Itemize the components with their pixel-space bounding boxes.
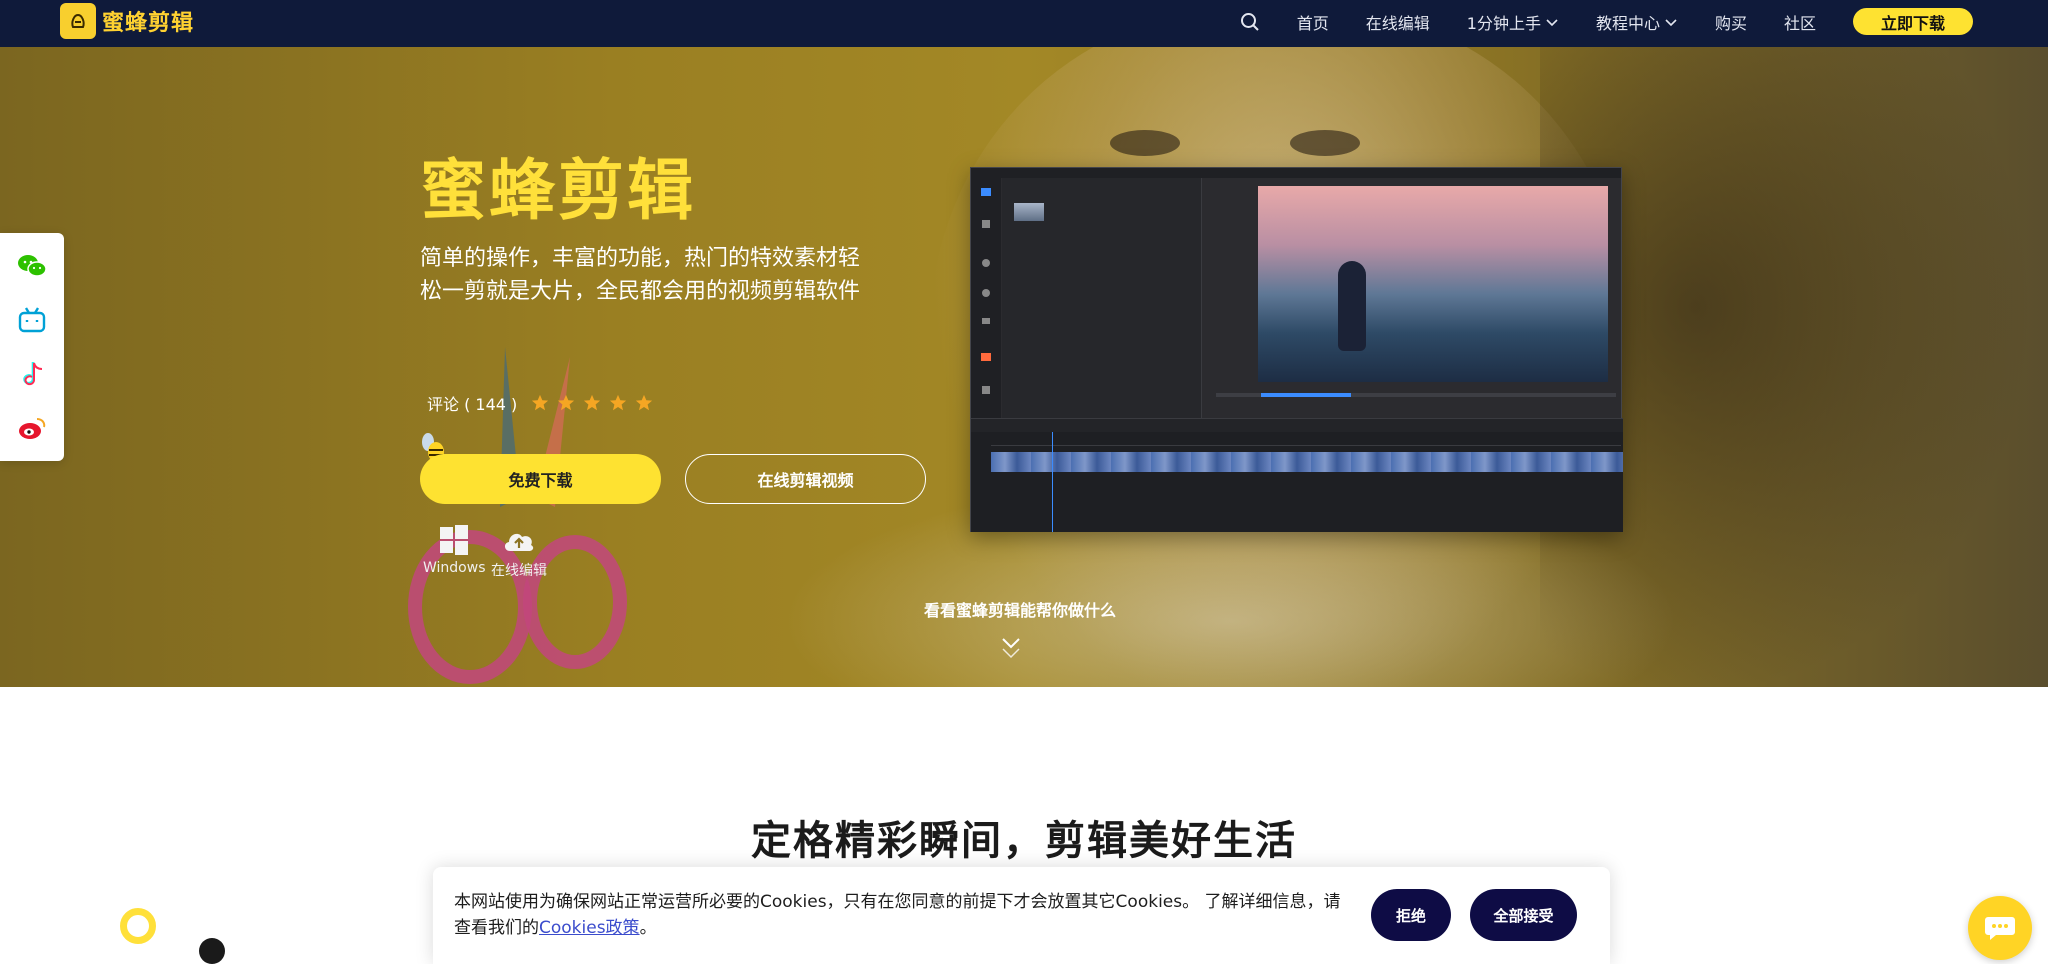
- reject-cookies-button[interactable]: 拒绝: [1371, 889, 1451, 941]
- cookie-policy-link[interactable]: Cookies政策: [539, 918, 640, 938]
- nav-item-home[interactable]: 首页: [1297, 10, 1329, 34]
- editor-tool-icons: [981, 188, 991, 394]
- decorative-ring: [120, 908, 156, 944]
- nav-item-buy[interactable]: 购买: [1715, 10, 1747, 34]
- editor-media-panel: [1002, 178, 1202, 418]
- social-sidebar: [0, 233, 64, 461]
- nav-label: 购买: [1714, 13, 1747, 33]
- chevron-down-icon: [1546, 18, 1558, 26]
- hero-banner: 蜜蜂剪辑 简单的操作，丰富的功能，热门的特效素材轻松一剪就是大片，全民都会用的视…: [0, 47, 2048, 687]
- timeline-video-track: [991, 452, 1623, 472]
- chat-button[interactable]: [1968, 896, 2032, 960]
- nav-label: 首页: [1296, 13, 1329, 33]
- free-download-button[interactable]: 免费下载: [420, 454, 661, 504]
- chevron-down-icon: [1665, 18, 1677, 26]
- download-now-button[interactable]: 立即下载: [1853, 8, 1973, 35]
- top-navigation-bar: 蜜蜂剪辑 首页 在线编辑 1分钟上手 教程中心 购买 社区 立即下载: [0, 0, 2048, 47]
- editor-titlebar: [971, 168, 1621, 178]
- nav-item-online-edit[interactable]: 在线编辑: [1366, 10, 1430, 34]
- star-icon: [584, 394, 601, 411]
- timeline-ruler: [991, 438, 1621, 446]
- wechat-icon[interactable]: [17, 251, 47, 281]
- nav-label: 社区: [1783, 13, 1816, 33]
- star-rating: [531, 394, 653, 412]
- hero-title: 蜜蜂剪辑: [420, 152, 696, 229]
- platform-label: Windows: [423, 560, 486, 576]
- hero-background-eye: [1290, 130, 1360, 156]
- main-nav: 首页 在线编辑 1分钟上手 教程中心 购买 社区 立即下载: [1239, 0, 1973, 43]
- reviews-rating[interactable]: 评论 ( 144 ): [427, 391, 653, 415]
- decorative-dot: [199, 938, 225, 964]
- nav-label: 1分钟上手: [1466, 13, 1541, 33]
- douyin-icon[interactable]: [17, 359, 47, 389]
- editor-sidebar: [971, 178, 1001, 418]
- site-logo[interactable]: 蜜蜂剪辑: [60, 3, 194, 39]
- windows-icon: [440, 525, 469, 555]
- logo-text: 蜜蜂剪辑: [102, 11, 195, 36]
- cloud-upload-icon: [504, 533, 534, 551]
- nav-item-community[interactable]: 社区: [1784, 10, 1816, 34]
- nav-label: 教程中心: [1595, 13, 1660, 33]
- hero-subtitle: 简单的操作，丰富的功能，热门的特效素材轻松一剪就是大片，全民都会用的视频剪辑软件: [420, 246, 861, 304]
- cookie-banner: 本网站使用为确保网站正常运营所必要的Cookies，只有在您同意的前提下才会放置…: [433, 867, 1610, 964]
- editor-timeline: [971, 432, 1623, 532]
- editor-playbar: [1216, 393, 1616, 397]
- star-icon: [532, 394, 549, 411]
- section-title: 定格精彩瞬间，剪辑美好生活: [751, 818, 1297, 864]
- star-icon: [558, 394, 575, 411]
- star-icon: [636, 394, 653, 411]
- preview-figure: [1338, 261, 1366, 351]
- cookie-message: 本网站使用为确保网站正常运营所必要的Cookies，只有在您同意的前提下才会放置…: [454, 889, 1354, 941]
- search-icon[interactable]: [1239, 11, 1261, 33]
- chevron-down-icon[interactable]: [1000, 635, 1022, 663]
- timeline-playhead: [1052, 432, 1053, 532]
- platform-label: 在线编辑: [491, 563, 547, 579]
- online-edit-video-button[interactable]: 在线剪辑视频: [685, 454, 926, 504]
- weibo-icon[interactable]: [17, 413, 47, 443]
- platform-windows[interactable]: Windows: [423, 525, 486, 576]
- hero-background-eye: [1110, 130, 1180, 156]
- media-thumbnail: [1014, 203, 1044, 221]
- editor-toolbar: [971, 418, 1623, 432]
- nav-item-quickstart[interactable]: 1分钟上手: [1467, 10, 1559, 34]
- accept-all-cookies-button[interactable]: 全部接受: [1470, 889, 1577, 941]
- bee-logo-icon: [60, 3, 96, 39]
- bilibili-icon[interactable]: [17, 305, 47, 335]
- platform-online[interactable]: 在线编辑: [491, 525, 547, 580]
- editor-screenshot: [970, 167, 1623, 532]
- editor-preview: [1258, 186, 1608, 382]
- playbar-progress: [1261, 393, 1351, 397]
- nav-label: 在线编辑: [1365, 13, 1430, 33]
- reviews-label: 评论 ( 144 ): [427, 395, 518, 414]
- cookie-message-end: 。: [639, 918, 657, 938]
- star-icon: [610, 394, 627, 411]
- nav-item-tutorials[interactable]: 教程中心: [1596, 10, 1678, 34]
- see-what-label[interactable]: 看看蜜蜂剪辑能帮你做什么: [920, 597, 1120, 621]
- chat-bubble-icon: [1985, 917, 2015, 940]
